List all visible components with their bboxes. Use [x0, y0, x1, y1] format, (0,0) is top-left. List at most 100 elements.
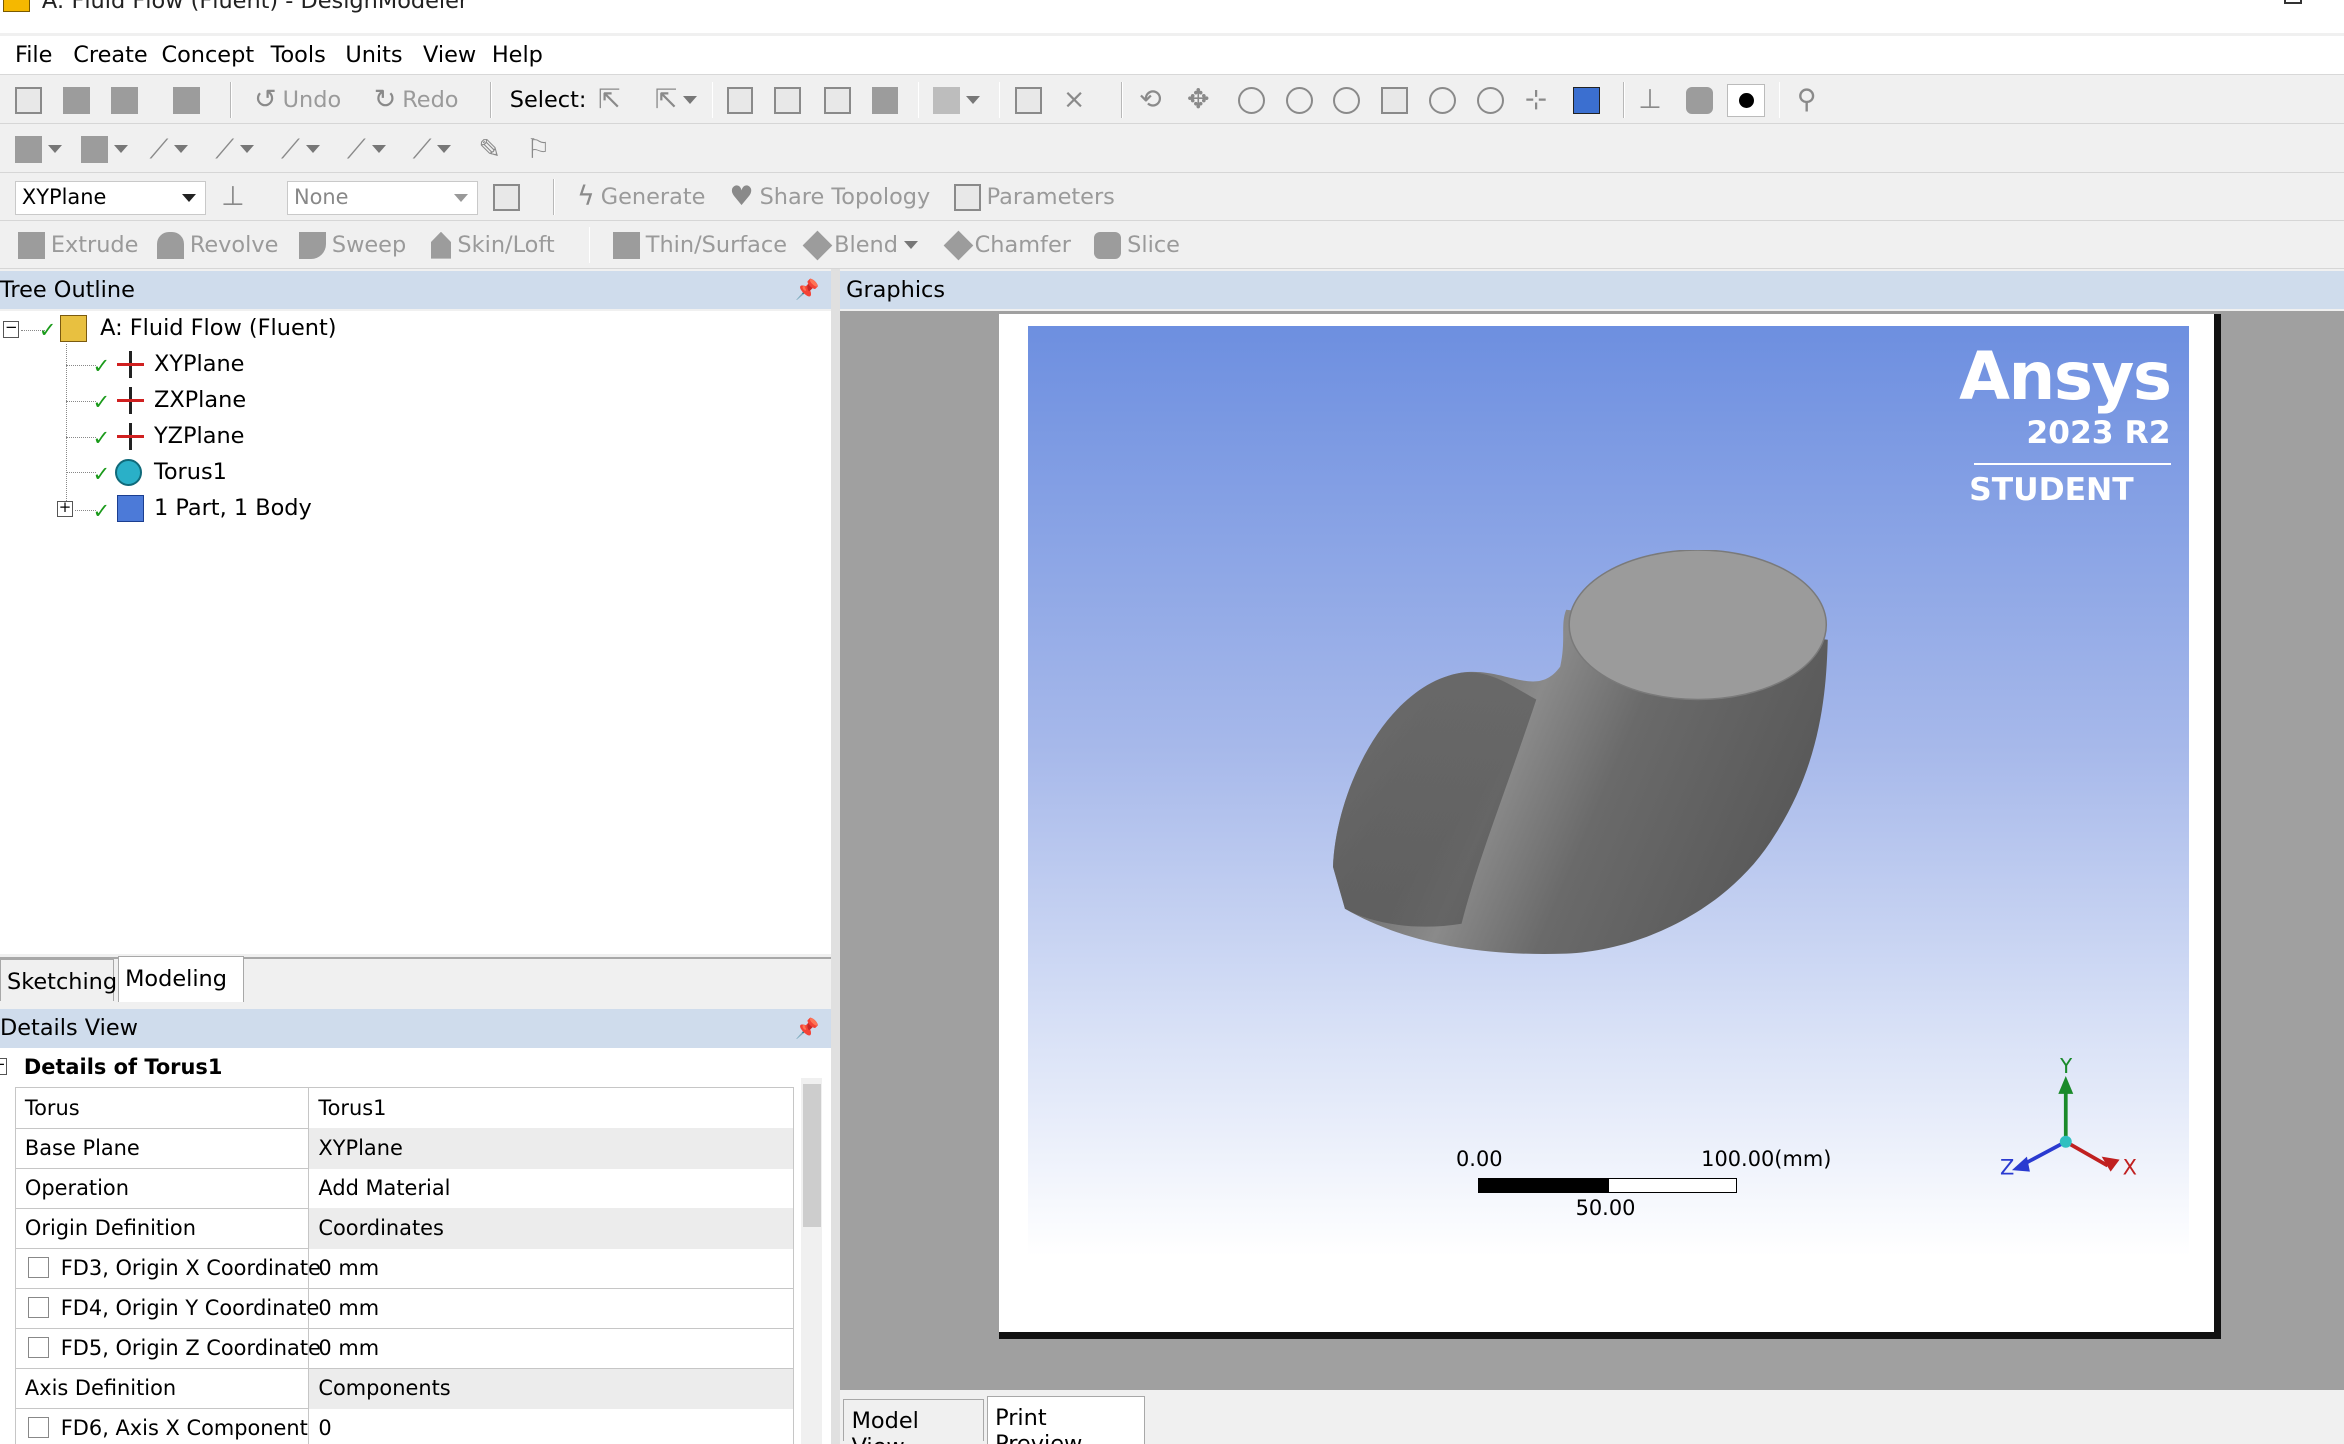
extrude-button[interactable]: Extrude — [17, 229, 138, 262]
look-at-button[interactable] — [1572, 84, 1600, 117]
details-row[interactable]: Base Plane XYPlane — [14, 1128, 794, 1169]
generate-button[interactable]: ϟ Generate — [577, 181, 705, 214]
details-row[interactable]: Operation Add Material — [14, 1168, 794, 1209]
curve-tool-dropdown[interactable]: ⟋ — [413, 133, 452, 166]
new-sketch-button[interactable] — [493, 181, 521, 214]
flag-tool-button[interactable]: ⚐ — [526, 133, 550, 166]
select-points-button[interactable] — [726, 84, 754, 117]
menu-help[interactable]: Help — [492, 42, 543, 68]
magnifier-button[interactable] — [1429, 84, 1457, 117]
zoom-in-button[interactable] — [1285, 84, 1313, 117]
revolve-button[interactable]: Revolve — [156, 229, 278, 262]
menu-units[interactable]: Units — [345, 42, 402, 68]
line-tool-dropdown[interactable]: ⟋ — [215, 133, 255, 166]
arc-tool-dropdown[interactable]: ⟋ — [281, 133, 320, 166]
select-mode-button[interactable]: ⇱ — [598, 84, 621, 117]
details-row[interactable]: Axis Definition Components — [14, 1368, 794, 1410]
plane-select[interactable]: XYPlane — [14, 180, 207, 216]
new-sketch-dropdown[interactable] — [80, 133, 128, 166]
new-plane-dropdown[interactable] — [14, 133, 62, 166]
deselect-button[interactable]: ⨯ — [1063, 84, 1086, 117]
tree-item-zxplane[interactable]: ZXPlane — [154, 387, 246, 413]
tab-print-preview[interactable]: Print Preview — [986, 1396, 1146, 1444]
thinsurface-button[interactable]: Thin/Surface — [612, 229, 787, 262]
details-row-value[interactable]: Add Material — [309, 1168, 794, 1209]
slice-button[interactable]: Slice — [1094, 229, 1180, 262]
zoom-box-button[interactable] — [1333, 84, 1361, 117]
pin-icon[interactable]: 📌 — [795, 278, 819, 301]
graphics-area[interactable]: Ansys 2023 R2 STUDENT 0.00 100.00(mm) 50… — [840, 310, 2344, 1391]
redo-button[interactable]: ↻ Redo — [374, 84, 459, 117]
display-points-button[interactable] — [1726, 83, 1766, 117]
spline-tool-dropdown[interactable]: ⟋ — [347, 133, 386, 166]
iso-view-button[interactable]: ⊹ — [1525, 84, 1548, 117]
select-filter-button[interactable]: ⇱ — [655, 84, 698, 117]
save-button[interactable] — [62, 84, 90, 117]
triad-button[interactable]: ⊥ — [1638, 84, 1661, 117]
undo-button[interactable]: ↺ Undo — [254, 84, 341, 117]
details-row[interactable]: FD6, Axis X Component 0 — [14, 1408, 794, 1444]
tree-item-torus1[interactable]: Torus1 — [154, 459, 227, 485]
sweep-button[interactable]: Sweep — [298, 229, 406, 262]
tree-item-root[interactable]: A: Fluid Flow (Fluent) — [100, 315, 336, 341]
export-button[interactable] — [173, 84, 201, 117]
help-tool-button[interactable]: ⚲ — [1797, 84, 1817, 117]
select-faces-button[interactable] — [823, 84, 851, 117]
parameter-checkbox[interactable] — [27, 1417, 49, 1439]
save-as-button[interactable] — [110, 84, 138, 117]
pin-tool-button[interactable]: ✎ — [478, 133, 501, 166]
details-row-value[interactable]: Coordinates — [309, 1208, 794, 1249]
menu-concept[interactable]: Concept — [161, 42, 254, 68]
select-edges-button[interactable] — [774, 84, 802, 117]
details-row-value[interactable]: 0 mm — [309, 1328, 794, 1370]
details-row-value[interactable]: 0 — [309, 1408, 794, 1444]
tree-item-xyplane[interactable]: XYPlane — [154, 351, 245, 377]
details-row[interactable]: FD3, Origin X Coordinate 0 mm — [14, 1248, 794, 1289]
details-row-value[interactable]: 0 mm — [309, 1288, 794, 1329]
new-button[interactable] — [14, 84, 42, 117]
sketch-select[interactable]: None — [287, 180, 479, 216]
parameter-checkbox[interactable] — [27, 1337, 49, 1359]
restore-window-button[interactable] — [2284, 0, 2303, 5]
tree-item-part-body[interactable]: 1 Part, 1 Body — [154, 495, 312, 521]
details-scrollbar[interactable] — [801, 1077, 823, 1444]
details-row[interactable]: FD4, Origin Y Coordinate 0 mm — [14, 1288, 794, 1329]
scrollbar-thumb[interactable] — [802, 1083, 821, 1228]
menu-create[interactable]: Create — [73, 42, 147, 68]
parameter-checkbox[interactable] — [27, 1257, 49, 1278]
axis-triad[interactable]: Y X Z — [2000, 1058, 2164, 1222]
select-all-button[interactable] — [1015, 84, 1042, 117]
skinloft-button[interactable]: Skin/Loft — [430, 229, 555, 262]
new-plane-button[interactable]: ⊥ — [221, 181, 244, 214]
zoom-fit-button[interactable] — [1381, 84, 1409, 117]
tab-sketching[interactable]: Sketching — [0, 958, 117, 1001]
tree-item-yzplane[interactable]: YZPlane — [154, 423, 245, 449]
pin-icon[interactable]: 📌 — [795, 1017, 819, 1040]
rotate-button[interactable]: ⟲ — [1139, 84, 1162, 117]
model-viewport[interactable]: Ansys 2023 R2 STUDENT 0.00 100.00(mm) 50… — [1028, 325, 2189, 1256]
menu-file[interactable]: File — [15, 42, 53, 68]
details-row[interactable]: Origin Definition Coordinates — [14, 1208, 794, 1249]
collapse-details-button[interactable]: − — [0, 1057, 8, 1075]
chamfer-button[interactable]: Chamfer — [943, 229, 1071, 262]
details-row-value[interactable]: XYPlane — [309, 1128, 794, 1169]
details-row-value[interactable]: Components — [309, 1368, 794, 1410]
extend-selection-button[interactable] — [932, 84, 980, 117]
menu-view[interactable]: View — [423, 42, 476, 68]
zoom-out-button[interactable] — [1476, 84, 1504, 117]
display-model-button[interactable] — [1686, 84, 1714, 117]
share-topology-button[interactable]: ♥ Share Topology — [730, 181, 931, 214]
collapse-root-button[interactable]: − — [2, 320, 20, 338]
torus-body[interactable] — [1327, 550, 1835, 969]
blend-button[interactable]: Blend — [802, 229, 918, 262]
pan-button[interactable]: ✥ — [1187, 84, 1210, 117]
menu-tools[interactable]: Tools — [271, 42, 326, 68]
parameter-checkbox[interactable] — [27, 1297, 49, 1319]
tab-model-view[interactable]: Model View — [843, 1399, 984, 1444]
details-row-value[interactable]: Torus1 — [309, 1088, 794, 1129]
tab-modeling[interactable]: Modeling — [118, 955, 244, 1003]
expand-part-button[interactable]: + — [56, 499, 74, 518]
panel-splitter[interactable] — [831, 269, 841, 1444]
parameters-button[interactable]: Parameters — [953, 181, 1115, 214]
zoom-button[interactable] — [1237, 84, 1265, 117]
